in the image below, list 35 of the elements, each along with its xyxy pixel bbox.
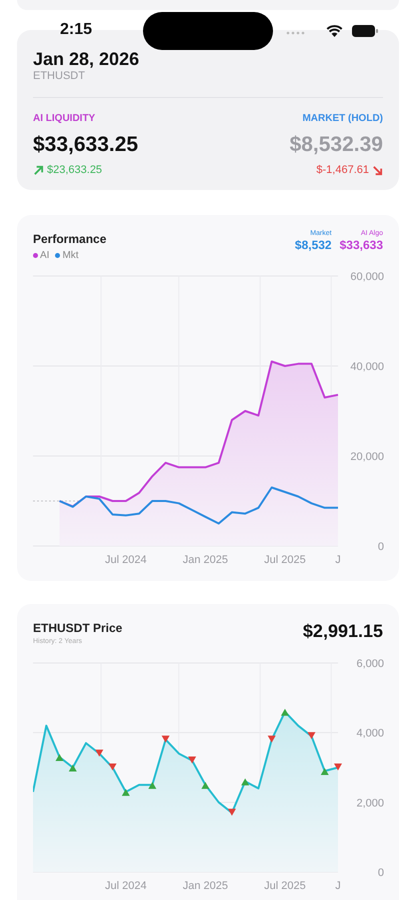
symbol-label: ETHUSDT <box>33 70 86 83</box>
chart-title: Performance <box>33 231 106 247</box>
axis-label: Jul 2024 <box>105 880 147 892</box>
summary-value: $33,633 <box>340 238 383 253</box>
change-value: $-1,467.61 <box>316 163 369 177</box>
axis-label: 6,000 <box>356 658 384 670</box>
summary-value: $8,532 <box>294 238 332 253</box>
price-value: $2,991.15 <box>302 620 383 643</box>
wifi-icon <box>326 24 343 37</box>
metric-label: AI LIQUIDITY <box>33 113 96 125</box>
axis-label: 20,000 <box>350 451 384 463</box>
chart-title: ETHUSDT Price <box>33 620 122 636</box>
axis-label: J <box>335 880 341 892</box>
axis-label: 60,000 <box>350 271 384 283</box>
legend-label: Mkt <box>62 250 79 261</box>
axis-label: Jan 2025 <box>182 880 228 892</box>
axis-label: Jul 2025 <box>264 554 306 566</box>
axis-label: Jul 2025 <box>264 880 306 892</box>
axis-label: 4,000 <box>356 728 384 740</box>
metric-value: $33,633.25 <box>33 133 138 157</box>
status-time: 2:15 <box>60 21 92 39</box>
axis-label: Jan 2025 <box>182 554 228 566</box>
signal-icon <box>286 31 306 35</box>
axis-label: J <box>335 554 341 566</box>
metric-label: MARKET (HOLD) <box>302 113 383 125</box>
battery-icon <box>352 25 378 37</box>
axis-label: 2,000 <box>356 797 384 810</box>
metric-value: $8,532.39 <box>290 133 383 157</box>
date-title: Jan 28, 2026 <box>33 48 140 70</box>
change-value: $23,633.25 <box>47 163 102 177</box>
axis-label: 0 <box>378 541 384 553</box>
axis-label: Jul 2024 <box>105 554 147 566</box>
axis-label: 0 <box>378 867 384 879</box>
axis-label: 40,000 <box>350 361 384 373</box>
legend-label: AI <box>40 250 50 261</box>
